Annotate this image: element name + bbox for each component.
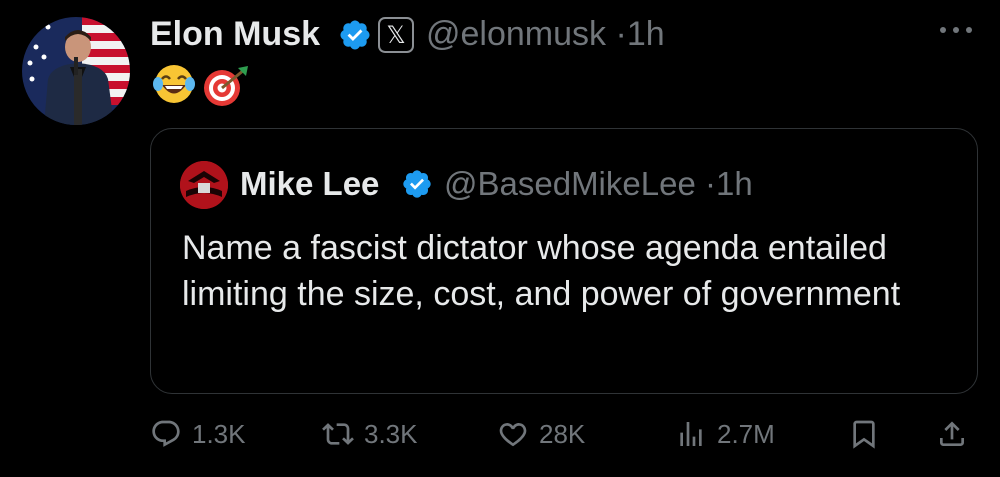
bookmark-icon	[853, 420, 875, 449]
separator: ·	[615, 15, 627, 53]
quoted-post-time: 1h	[715, 165, 753, 202]
bookmark-button[interactable]	[848, 414, 880, 454]
author-handle[interactable]: @elonmusk	[426, 15, 606, 53]
separator: ·	[704, 165, 716, 202]
share-button[interactable]	[936, 414, 968, 454]
share-icon	[940, 421, 964, 446]
views-button[interactable]: 2.7M	[675, 414, 775, 454]
repost-count: 3.3K	[364, 418, 418, 449]
author-handle-line: @elonmusk ·1h	[426, 13, 665, 55]
verified-badge-icon[interactable]	[338, 18, 372, 52]
author-avatar[interactable]	[22, 17, 130, 125]
more-icon[interactable]	[940, 24, 976, 36]
reply-icon	[152, 420, 180, 447]
quoted-handle-line: @BasedMikeLee ·1h	[444, 163, 753, 205]
reply-count: 1.3K	[192, 418, 246, 449]
like-button[interactable]: 28K	[497, 414, 585, 454]
verified-badge-icon[interactable]	[401, 168, 433, 200]
like-count: 28K	[539, 418, 586, 449]
repost-button[interactable]: 3.3K	[322, 414, 418, 454]
face-with-tears-of-joy-emoji	[152, 62, 196, 106]
quoted-author-name[interactable]: Mike Lee	[240, 163, 379, 205]
post-time[interactable]: 1h	[627, 15, 665, 53]
reply-button[interactable]: 1.3K	[150, 414, 246, 454]
author-name[interactable]: Elon Musk	[150, 13, 320, 55]
repost-icon	[322, 423, 354, 445]
views-count: 2.7M	[717, 418, 775, 449]
direct-hit-target-emoji	[202, 64, 250, 108]
quoted-author-avatar[interactable]	[180, 161, 228, 209]
quoted-post-text: Name a fascist dictator whose agenda ent…	[182, 229, 901, 313]
affiliate-x-badge: 𝕏	[378, 17, 414, 53]
quoted-author-handle[interactable]: @BasedMikeLee	[444, 165, 696, 202]
views-icon	[680, 422, 702, 446]
heart-icon	[499, 423, 527, 447]
